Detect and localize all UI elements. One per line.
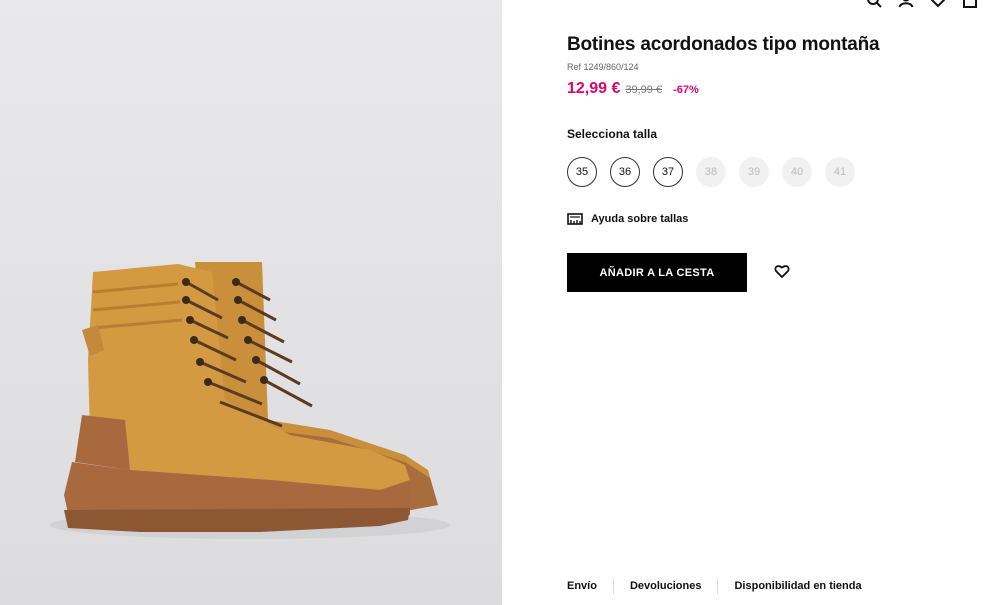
divider xyxy=(717,578,719,594)
size-selector: 35 36 37 38 39 40 41 xyxy=(567,157,855,187)
product-image xyxy=(0,0,502,605)
size-selector-label: Selecciona talla xyxy=(567,127,658,141)
price-block: 12,99 € 39,99 € -67% xyxy=(567,80,699,98)
heart-icon[interactable] xyxy=(774,263,790,279)
ruler-icon xyxy=(567,213,583,225)
add-to-cart-button[interactable]: AÑADIR A LA CESTA xyxy=(567,253,747,292)
shipping-link[interactable]: Envío xyxy=(567,580,597,592)
product-footer-links: Envío Devoluciones Disponibilidad en tie… xyxy=(567,578,862,594)
product-ref: Ref 1249/860/124 xyxy=(567,62,639,72)
size-option-41: 41 xyxy=(825,157,855,187)
price-original: 39,99 € xyxy=(625,84,663,96)
store-availability-link[interactable]: Disponibilidad en tienda xyxy=(734,580,861,592)
size-help-label: Ayuda sobre tallas xyxy=(591,213,689,225)
size-help-link[interactable]: Ayuda sobre tallas xyxy=(567,213,688,225)
size-option-36[interactable]: 36 xyxy=(610,157,640,187)
size-option-40: 40 xyxy=(782,157,812,187)
boots-illustration xyxy=(0,0,502,605)
size-option-35[interactable]: 35 xyxy=(567,157,597,187)
heart-icon[interactable] xyxy=(930,0,946,8)
product-title: Botines acordonados tipo montaña xyxy=(567,34,880,55)
header-icons xyxy=(866,0,978,8)
discount-badge: -67% xyxy=(673,84,699,96)
user-icon[interactable] xyxy=(898,0,914,8)
size-option-37[interactable]: 37 xyxy=(653,157,683,187)
bag-icon[interactable] xyxy=(962,0,978,8)
returns-link[interactable]: Devoluciones xyxy=(630,580,702,592)
price-current: 12,99 € xyxy=(567,80,621,97)
search-icon[interactable] xyxy=(866,0,882,8)
divider xyxy=(612,578,614,594)
size-option-38: 38 xyxy=(696,157,726,187)
size-option-39: 39 xyxy=(739,157,769,187)
